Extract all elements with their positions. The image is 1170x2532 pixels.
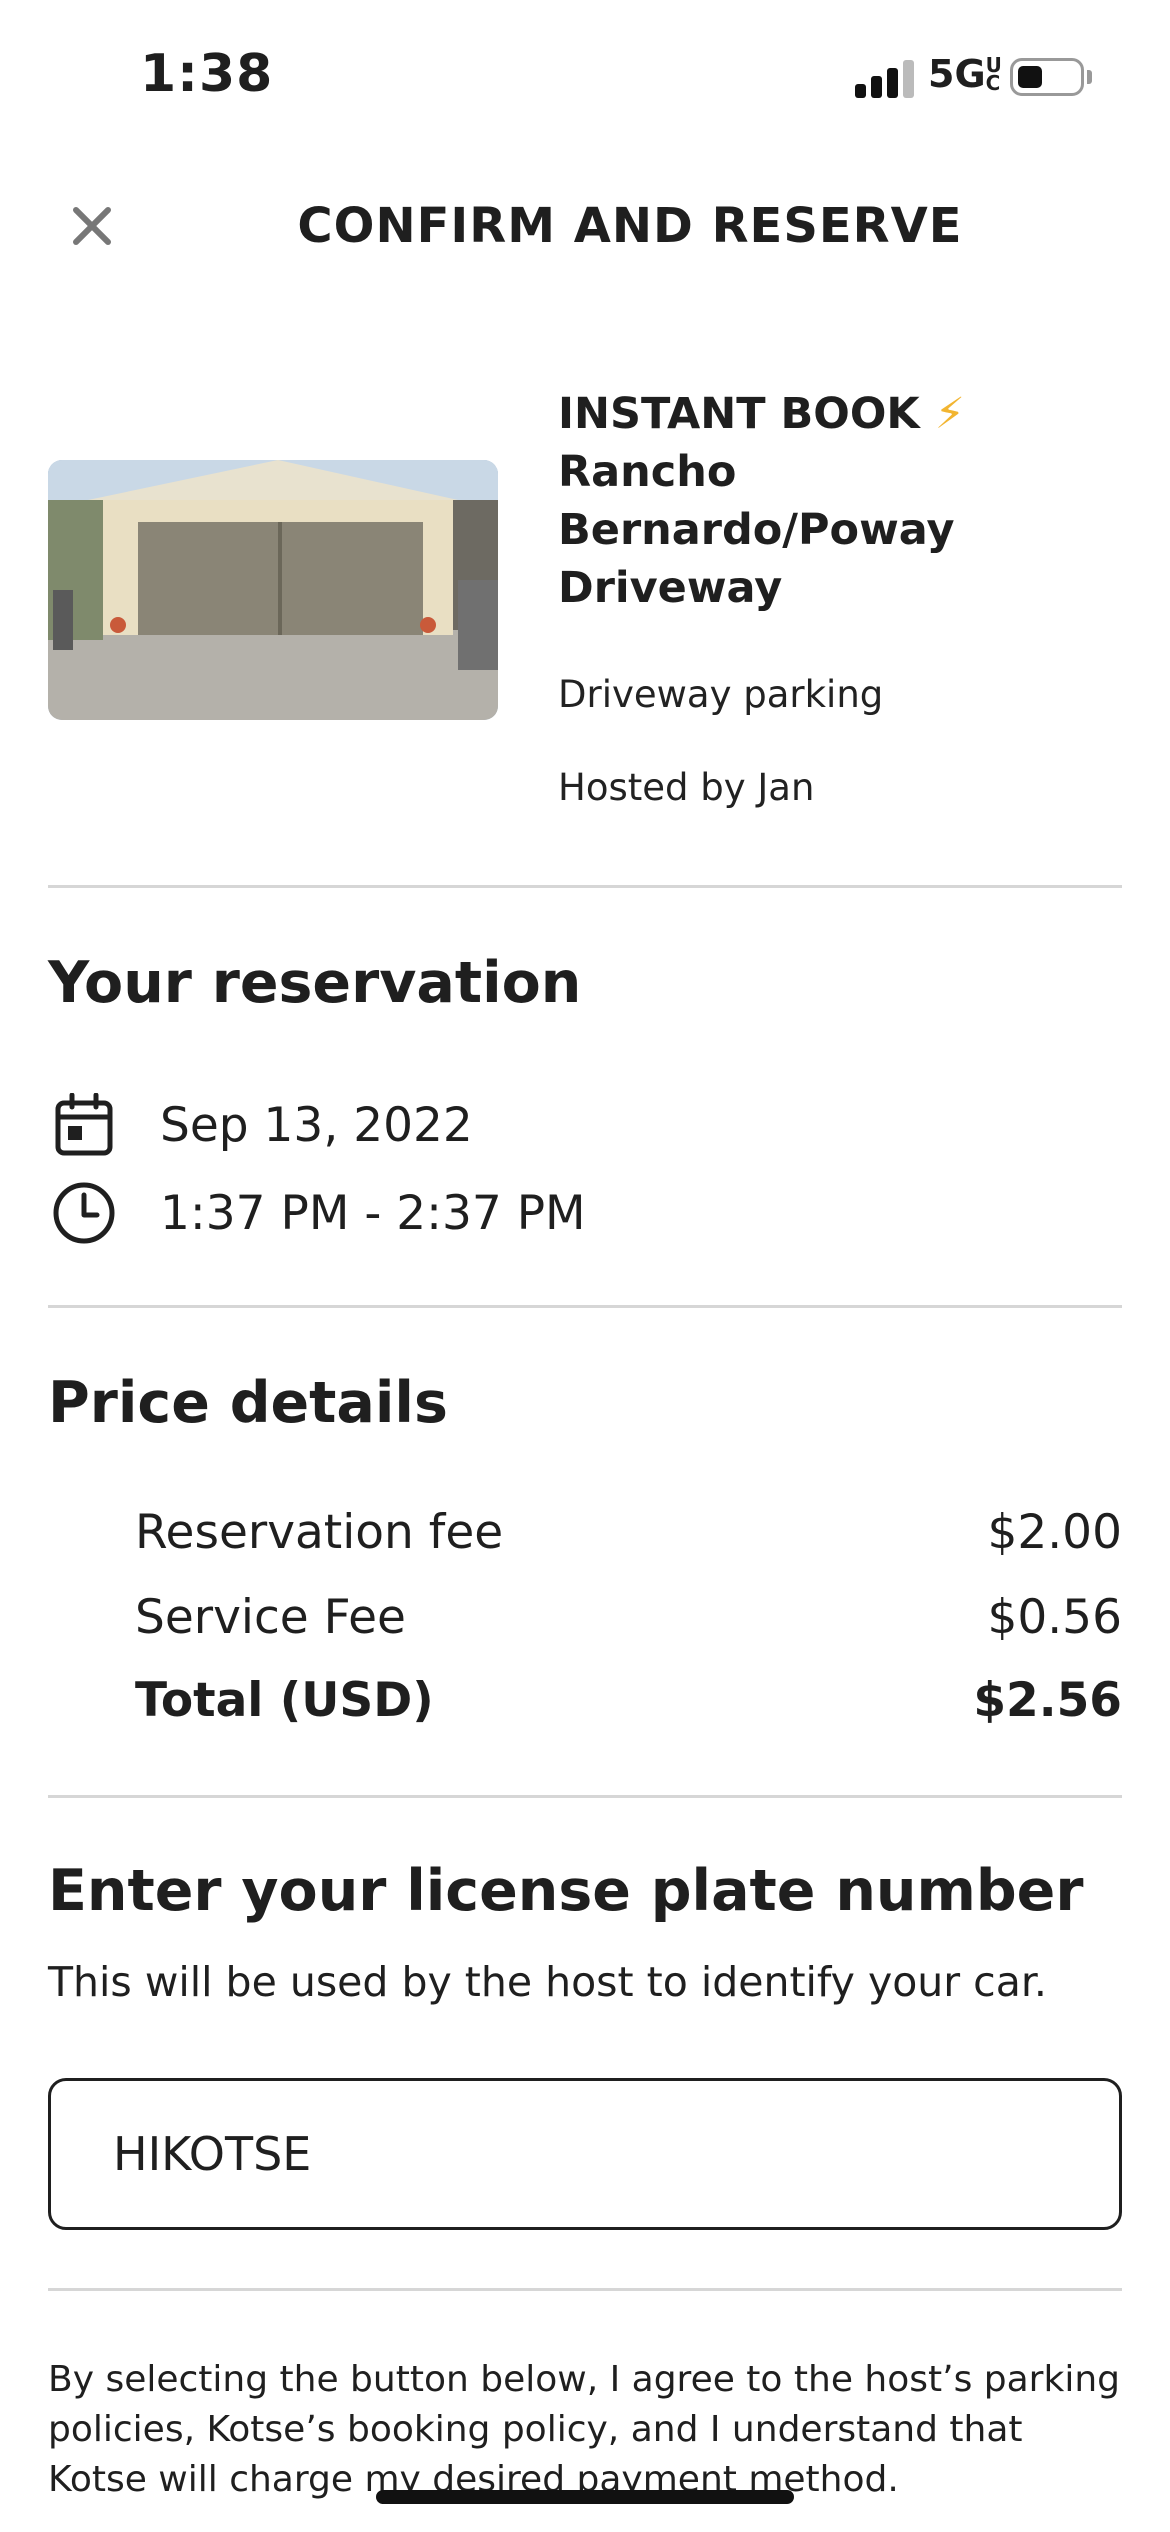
divider bbox=[48, 2288, 1122, 2291]
price-heading: Price details bbox=[48, 1370, 448, 1436]
cellular-signal-icon bbox=[855, 58, 919, 98]
page-title: CONFIRM AND RESERVE bbox=[297, 198, 963, 254]
reservation-heading: Your reservation bbox=[48, 950, 582, 1016]
price-row-reservation-fee: Reservation fee $2.00 bbox=[135, 1505, 1122, 1560]
calendar-icon bbox=[48, 1090, 120, 1160]
listing-type: Driveway parking bbox=[558, 673, 884, 716]
clock-icon bbox=[48, 1178, 120, 1248]
lightning-icon: ⚡ bbox=[934, 389, 965, 439]
status-time: 1:38 bbox=[140, 44, 274, 104]
divider bbox=[48, 1305, 1122, 1308]
price-label: Reservation fee bbox=[135, 1505, 504, 1560]
policy-text: By selecting the button below, I agree t… bbox=[48, 2359, 1121, 2500]
listing-title: INSTANT BOOK ⚡ Rancho Bernardo/Poway Dri… bbox=[558, 385, 1128, 617]
reservation-date-row: Sep 13, 2022 bbox=[48, 1090, 473, 1160]
price-amount: $2.56 bbox=[973, 1673, 1122, 1728]
divider bbox=[48, 885, 1122, 888]
listing-name: Rancho Bernardo/Poway Driveway bbox=[558, 447, 955, 613]
price-amount: $2.00 bbox=[987, 1505, 1122, 1560]
home-indicator[interactable] bbox=[376, 2490, 794, 2504]
instant-book-label: INSTANT BOOK bbox=[558, 389, 920, 439]
listing-info: INSTANT BOOK ⚡ Rancho Bernardo/Poway Dri… bbox=[558, 385, 1128, 809]
listing-host: Hosted by Jan bbox=[558, 766, 815, 809]
listing-photo bbox=[48, 460, 498, 720]
battery-tip bbox=[1087, 70, 1092, 84]
price-label: Total (USD) bbox=[135, 1673, 434, 1728]
reservation-time-row: 1:37 PM - 2:37 PM bbox=[48, 1178, 586, 1248]
license-plate-input[interactable] bbox=[48, 2078, 1122, 2230]
divider bbox=[48, 1795, 1122, 1798]
price-row-service-fee: Service Fee $0.56 bbox=[135, 1590, 1122, 1645]
price-row-total: Total (USD) $2.56 bbox=[135, 1673, 1122, 1728]
status-bar: 1:38 5GUC bbox=[0, 0, 1170, 150]
reservation-time: 1:37 PM - 2:37 PM bbox=[160, 1185, 586, 1241]
price-label: Service Fee bbox=[135, 1590, 406, 1645]
price-amount: $0.56 bbox=[987, 1590, 1122, 1645]
license-heading: Enter your license plate number bbox=[48, 1858, 1084, 1924]
network-label: 5GUC bbox=[928, 52, 1002, 96]
battery-icon bbox=[1010, 58, 1084, 96]
reservation-date: Sep 13, 2022 bbox=[160, 1097, 473, 1153]
license-subtext: This will be used by the host to identif… bbox=[48, 1958, 1047, 2006]
